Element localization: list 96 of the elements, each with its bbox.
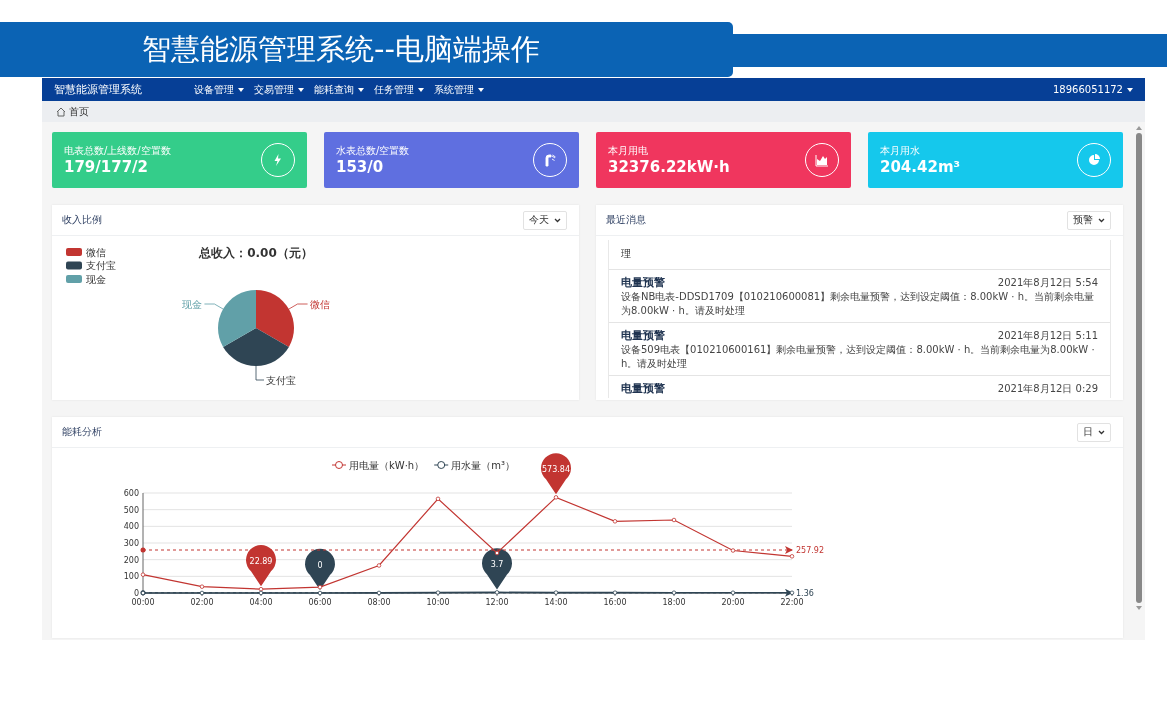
legend-item[interactable]: 现金 xyxy=(66,273,106,285)
legend-label: 用水量（m³） xyxy=(451,460,515,471)
axis-label: 400 xyxy=(123,522,139,532)
message-text: 理 xyxy=(609,240,1110,270)
axis-label: 20:00 xyxy=(721,598,745,607)
brand-title: 智慧能源管理系统 xyxy=(54,82,143,97)
axis-label: 200 xyxy=(123,555,139,565)
data-point xyxy=(435,590,441,595)
stat-label: 本月用水 xyxy=(880,144,921,158)
message-time: 2021年8月12日 0:29 xyxy=(997,381,1098,396)
panel-title: 最近消息 xyxy=(606,213,646,227)
legend-item[interactable]: 支付宝 xyxy=(66,260,116,271)
total-income: 总收入：0.00（元） xyxy=(199,246,313,260)
axis-label: 12:00 xyxy=(485,598,509,607)
average-label: 257.92 xyxy=(796,546,824,555)
stat-value: 179/177/2 xyxy=(64,158,150,176)
message-text: 设备509电表【010210600161】剩余电量预警，达到设定阈值：8.00kW · h。当前剩余电量为8.00kW · h。请及时处理 xyxy=(621,343,1096,370)
axis-label: 10:00 xyxy=(426,598,450,607)
axis-label: 06:00 xyxy=(308,598,332,607)
data-point xyxy=(553,495,559,500)
axis-label: 02:00 xyxy=(190,598,214,607)
value-pin: 573.84 xyxy=(541,453,571,495)
nav-menu[interactable]: 系统管理 xyxy=(434,80,484,99)
data-point xyxy=(376,563,382,568)
data-point xyxy=(789,590,795,595)
data-point xyxy=(612,590,618,595)
annotation: 573.84 xyxy=(542,465,570,475)
message-item[interactable]: 电量预警 2021年8月12日 5:11 设备509电表【010210600161】剩余电量预警，达到设定阈值：8.00kW · h。当前剩余电量为8.00kW · h。请及时处理 xyxy=(609,323,1110,376)
legend-item[interactable]: 用水量（m³） xyxy=(433,460,515,471)
data-point xyxy=(730,590,736,595)
legend-item[interactable]: 微信 xyxy=(66,246,106,258)
average-label: 1.36 xyxy=(796,588,814,598)
chevron-down-icon xyxy=(554,217,561,223)
chevron-down-icon xyxy=(1098,217,1105,223)
message-time: 2021年8月12日 5:54 xyxy=(997,275,1098,290)
type-select[interactable]: 预警 xyxy=(1067,210,1111,230)
message-item[interactable]: 电量预警 2021年8月12日 5:54 设备NB电表-DDSD1709【010210600081】剩余电量预警，达到设定阈值：8.00kW · h。当前剩余电量为8.00kW · h。请及时处理 xyxy=(609,270,1110,323)
stat-label: 电表总数/上线数/空置数 xyxy=(64,144,171,158)
breadcrumb-link[interactable]: 首页 xyxy=(69,104,89,119)
panel-title: 收入比例 xyxy=(62,213,102,227)
annotation: 22.89 xyxy=(249,557,273,567)
message-title: 电量预警 xyxy=(621,275,665,290)
user-menu[interactable]: 18966051172 xyxy=(1053,82,1133,97)
slice-label: 现金 xyxy=(182,298,224,310)
axis-label: 18:00 xyxy=(662,598,686,607)
data-point xyxy=(435,496,441,502)
message-item[interactable]: 电量预警 2021年8月12日 0:29 xyxy=(609,376,1110,398)
message-time: 2021年8月12日 5:11 xyxy=(997,328,1098,343)
slice-label: 支付宝 xyxy=(255,365,296,386)
data-point xyxy=(494,550,500,556)
panel-title: 能耗分析 xyxy=(62,425,102,439)
slice-label: 微信 xyxy=(288,298,330,310)
stat-value: 204.42m³ xyxy=(880,158,961,176)
data-point xyxy=(789,554,795,559)
data-point xyxy=(140,572,146,577)
nav-menu[interactable]: 能耗查询 xyxy=(314,80,364,99)
value-pin: 22.89 xyxy=(246,545,276,587)
axis-label: 300 xyxy=(123,539,139,548)
data-point xyxy=(494,590,500,595)
nav-menu[interactable]: 设备管理 xyxy=(194,80,244,99)
axis-label: 04:00 xyxy=(249,598,273,607)
data-point xyxy=(671,590,677,595)
data-point xyxy=(140,590,146,596)
message-title: 电量预警 xyxy=(621,328,665,343)
annotation: 3.7 xyxy=(490,560,504,570)
home-icon xyxy=(56,106,66,117)
axis-label: 500 xyxy=(123,505,139,515)
legend-label: 用电量（kW·h） xyxy=(349,460,425,471)
axis-label: 00:00 xyxy=(131,598,155,607)
annotation: 0 xyxy=(317,561,323,570)
data-point xyxy=(553,590,559,595)
period-select[interactable]: 今天 xyxy=(523,210,567,230)
axis-label: 600 xyxy=(123,489,139,498)
stat-value: 153/0 xyxy=(336,158,385,176)
nav-menu[interactable]: 交易管理 xyxy=(254,80,304,99)
stat-value: 32376.22kW·h xyxy=(608,158,730,176)
value-pin: 3.7 xyxy=(482,548,512,590)
axis-label: 22:00 xyxy=(780,598,804,607)
data-point xyxy=(612,519,618,524)
legend-item[interactable]: 用电量（kW·h） xyxy=(331,460,425,471)
axis-label: 0 xyxy=(133,589,139,598)
axis-label: 100 xyxy=(123,572,139,582)
stat-label: 本月用电 xyxy=(608,144,649,158)
message-text: 设备NB电表-DDSD1709【010210600081】剩余电量预警，达到设定阈值：8.00kW · h。当前剩余电量为8.00kW · h。请及时处理 xyxy=(621,290,1095,317)
chevron-down-icon xyxy=(1098,429,1105,435)
data-point xyxy=(376,590,382,596)
axis-label: 16:00 xyxy=(603,598,627,607)
message-title: 电量预警 xyxy=(621,381,665,396)
data-point xyxy=(671,517,677,523)
period-select[interactable]: 日 xyxy=(1077,422,1111,442)
axis-label: 08:00 xyxy=(367,598,391,607)
data-point xyxy=(730,548,736,553)
nav-menu[interactable]: 任务管理 xyxy=(374,80,424,99)
stat-label: 水表总数/空置数 xyxy=(336,144,410,158)
axis-label: 14:00 xyxy=(544,598,568,607)
slide-title-banner: 智慧能源管理系统--电脑端操作 xyxy=(0,22,733,77)
